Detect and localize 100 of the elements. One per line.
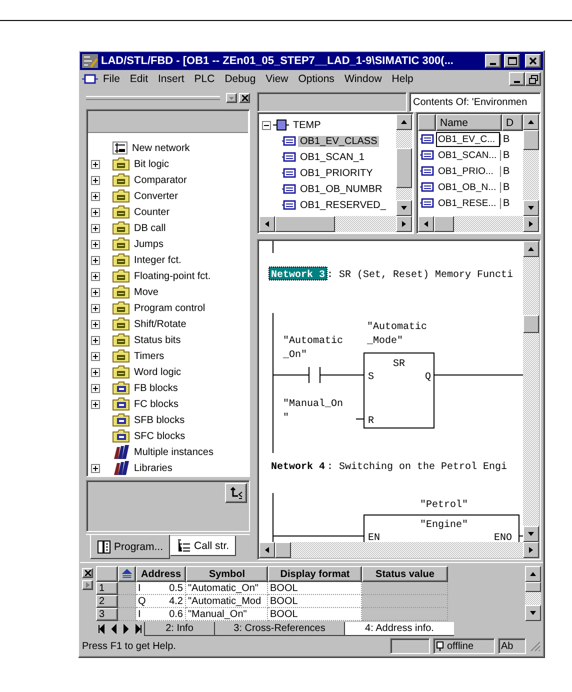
network-title[interactable]: Network 4 xyxy=(271,462,326,473)
column-header[interactable] xyxy=(96,566,118,582)
sort-icon[interactable] xyxy=(121,568,133,580)
menu-item[interactable]: Help xyxy=(386,73,418,85)
close-button[interactable] xyxy=(239,93,250,103)
menu-item[interactable]: File xyxy=(98,73,125,85)
expand-icon[interactable] xyxy=(91,352,100,360)
restore-button[interactable] xyxy=(525,72,541,86)
network-title[interactable]: Network 3 xyxy=(268,266,328,281)
catalog-item[interactable]: Program control xyxy=(132,302,208,314)
column-header[interactable]: Address xyxy=(136,566,186,582)
menu-item[interactable]: Options xyxy=(293,73,340,85)
catalog-item[interactable]: FB blocks xyxy=(132,382,180,394)
close-button[interactable] xyxy=(82,568,93,578)
expand-button[interactable] xyxy=(82,580,93,590)
tree-item[interactable]: OB1_SCAN_1 xyxy=(298,152,366,162)
scroll-thumb[interactable] xyxy=(275,542,291,558)
panel-tab[interactable]: 3: Cross-References xyxy=(214,622,344,636)
expand-icon[interactable] xyxy=(91,256,100,264)
scroll-thumb[interactable] xyxy=(523,130,539,150)
panel-tab[interactable]: Program... xyxy=(90,535,170,559)
horizontal-scrollbar[interactable] xyxy=(418,216,539,232)
maximize-button[interactable] xyxy=(504,54,520,68)
resize-grip-icon[interactable] xyxy=(529,640,541,652)
column-header[interactable]: Status value xyxy=(362,566,448,582)
expand-icon[interactable] xyxy=(91,176,100,184)
list-item[interactable]: OB1_EV_C... xyxy=(436,132,500,146)
collapse-icon[interactable] xyxy=(262,120,271,130)
vertical-scrollbar[interactable] xyxy=(525,566,541,621)
menu-item[interactable]: View xyxy=(260,73,294,85)
catalog-item[interactable]: SFC blocks xyxy=(132,430,188,442)
tree-item[interactable]: OB1_PRIORITY xyxy=(298,168,375,178)
scroll-thumb[interactable] xyxy=(434,216,454,232)
menu-item[interactable]: Window xyxy=(339,73,387,85)
catalog-item[interactable]: Word logic xyxy=(132,366,184,378)
catalog-item[interactable]: Bit logic xyxy=(132,158,172,170)
menu-item[interactable]: Edit xyxy=(124,73,154,85)
minimize-button[interactable] xyxy=(485,54,501,68)
scroll-thumb[interactable] xyxy=(275,216,335,232)
scroll-thumb[interactable] xyxy=(396,148,412,188)
column-header[interactable]: Name xyxy=(436,114,502,131)
catalog-item[interactable]: Libraries xyxy=(132,462,174,474)
list-item[interactable]: OB1_RESE... xyxy=(436,196,500,210)
scroll-thumb[interactable] xyxy=(525,582,541,592)
close-button[interactable] xyxy=(525,54,541,68)
expand-icon[interactable] xyxy=(91,288,100,296)
expand-icon[interactable] xyxy=(91,304,100,312)
list-item[interactable]: OB1_PRIO... xyxy=(436,164,500,178)
catalog-item[interactable]: Floating-point fct. xyxy=(132,270,213,282)
insert-button[interactable] xyxy=(225,483,247,503)
dropdown-button[interactable] xyxy=(226,93,237,103)
catalog-item[interactable]: Status bits xyxy=(132,334,183,346)
catalog-item[interactable]: Converter xyxy=(132,190,180,202)
expand-icon[interactable] xyxy=(91,400,100,408)
column-header[interactable]: D xyxy=(502,114,523,131)
expand-icon[interactable] xyxy=(91,464,100,472)
minimize-button[interactable] xyxy=(509,72,525,86)
catalog-item[interactable]: Shift/Rotate xyxy=(132,318,188,330)
catalog-item[interactable]: Integer fct. xyxy=(132,254,184,266)
expand-icon[interactable] xyxy=(91,160,100,168)
expand-icon[interactable] xyxy=(91,384,100,392)
list-item[interactable]: OB1_SCAN... xyxy=(436,148,500,162)
vertical-scrollbar[interactable] xyxy=(396,114,412,216)
tree-item[interactable]: OB1_OB_NUMBR xyxy=(298,184,384,194)
tree-item[interactable]: OB1_EV_CLASS xyxy=(298,136,380,146)
catalog-item[interactable]: Comparator xyxy=(132,174,189,186)
catalog-item[interactable]: Counter xyxy=(132,206,172,218)
menu-item[interactable]: Debug xyxy=(220,73,261,85)
expand-icon[interactable] xyxy=(91,224,100,232)
column-header[interactable]: Symbol xyxy=(186,566,268,582)
column-header[interactable] xyxy=(418,114,436,131)
catalog-item[interactable]: Jumps xyxy=(132,238,166,250)
vertical-scrollbar[interactable] xyxy=(523,114,539,216)
catalog-item[interactable]: SFB blocks xyxy=(132,414,187,426)
panel-tab[interactable]: 4: Address info. xyxy=(344,622,454,636)
vertical-scrollbar[interactable] xyxy=(523,241,539,542)
horizontal-scrollbar[interactable] xyxy=(259,542,539,558)
tree-item[interactable]: TEMP xyxy=(291,120,323,130)
expand-icon[interactable] xyxy=(91,192,100,200)
panel-tab[interactable]: 2: Info xyxy=(144,622,214,636)
catalog-item[interactable]: Move xyxy=(132,286,160,298)
expand-icon[interactable] xyxy=(91,240,100,248)
expand-icon[interactable] xyxy=(91,336,100,344)
catalog-item[interactable]: DB call xyxy=(132,222,168,234)
tree-item[interactable]: OB1_RESERVED_ xyxy=(298,200,388,210)
panel-tab[interactable]: Call str. xyxy=(170,536,236,556)
horizontal-scrollbar[interactable] xyxy=(259,216,412,232)
menu-item[interactable]: Insert xyxy=(153,73,190,85)
expand-icon[interactable] xyxy=(91,208,100,216)
expand-icon[interactable] xyxy=(91,320,100,328)
catalog-item[interactable]: Timers xyxy=(132,350,166,362)
column-header[interactable]: Display format xyxy=(268,566,362,582)
expand-icon[interactable] xyxy=(91,368,100,376)
scroll-thumb[interactable] xyxy=(523,315,539,333)
catalog-item[interactable]: Multiple instances xyxy=(132,446,216,458)
expand-icon[interactable] xyxy=(91,272,100,280)
list-item[interactable]: OB1_OB_N... xyxy=(436,180,500,194)
catalog-item[interactable]: FC blocks xyxy=(132,398,180,410)
document-icon[interactable] xyxy=(82,73,98,85)
catalog-item[interactable]: New network xyxy=(130,142,192,154)
